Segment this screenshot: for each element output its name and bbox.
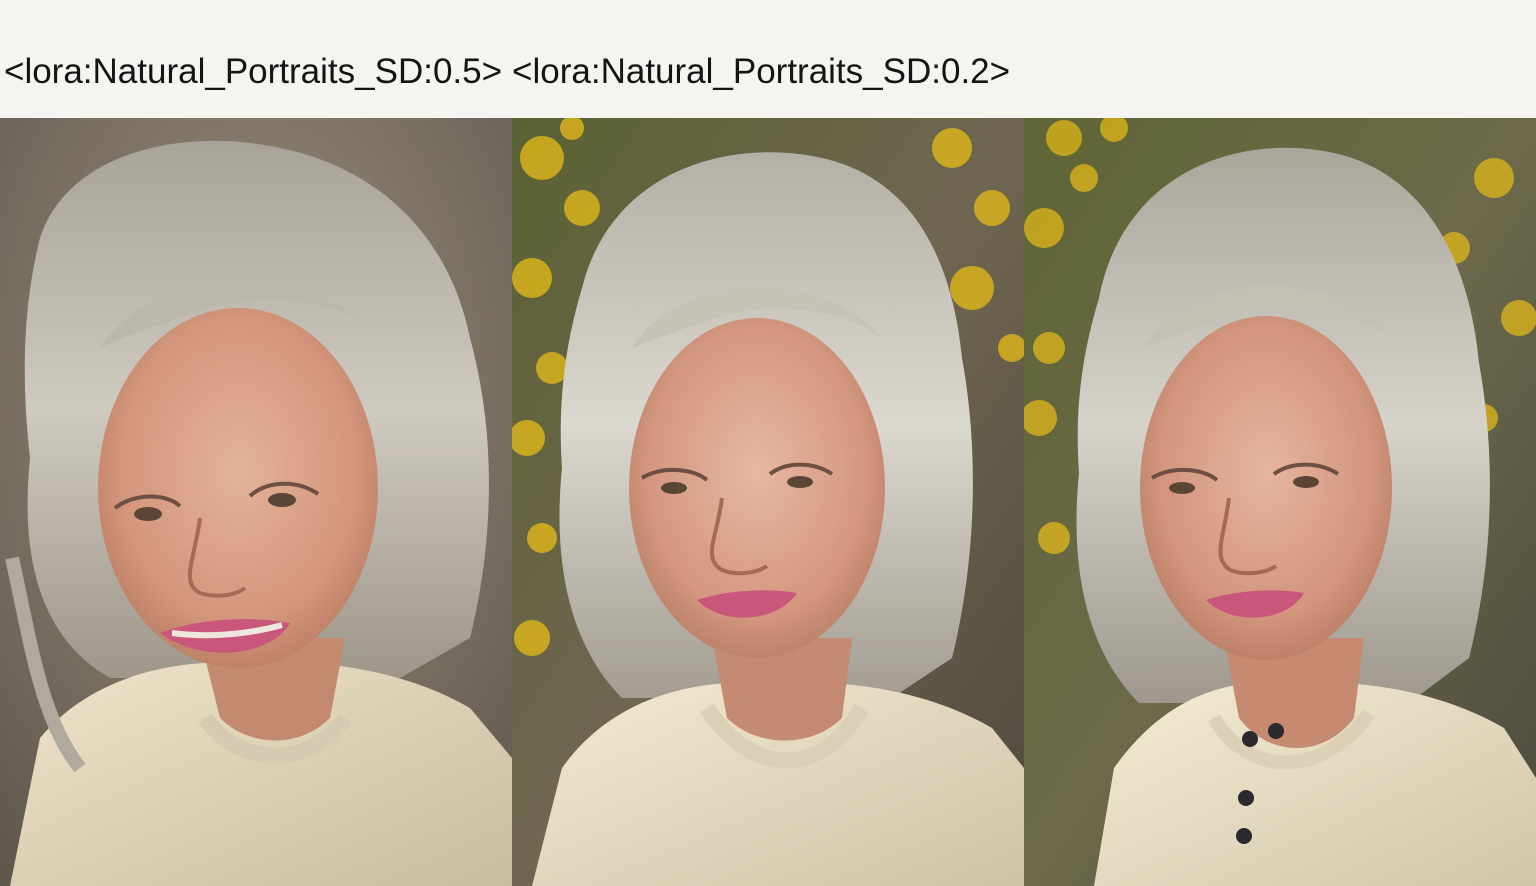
portrait-image-2 bbox=[512, 118, 1024, 886]
caption-line: <lora:Natural_Portraits_SD:0.5> <lora:Nat… bbox=[4, 50, 1010, 94]
portrait-image-1 bbox=[0, 118, 512, 886]
lora-label-second: <lora:Natural_Portraits_SD:0.2> bbox=[512, 52, 1011, 91]
image-grid bbox=[0, 118, 1536, 886]
header-bar: <lora:Natural_Portraits_SD:0.5> <lora:Nat… bbox=[0, 0, 1536, 118]
lora-label-first: <lora:Natural_Portraits_SD:0.5> bbox=[4, 52, 503, 91]
portrait-image-3 bbox=[1024, 118, 1536, 886]
